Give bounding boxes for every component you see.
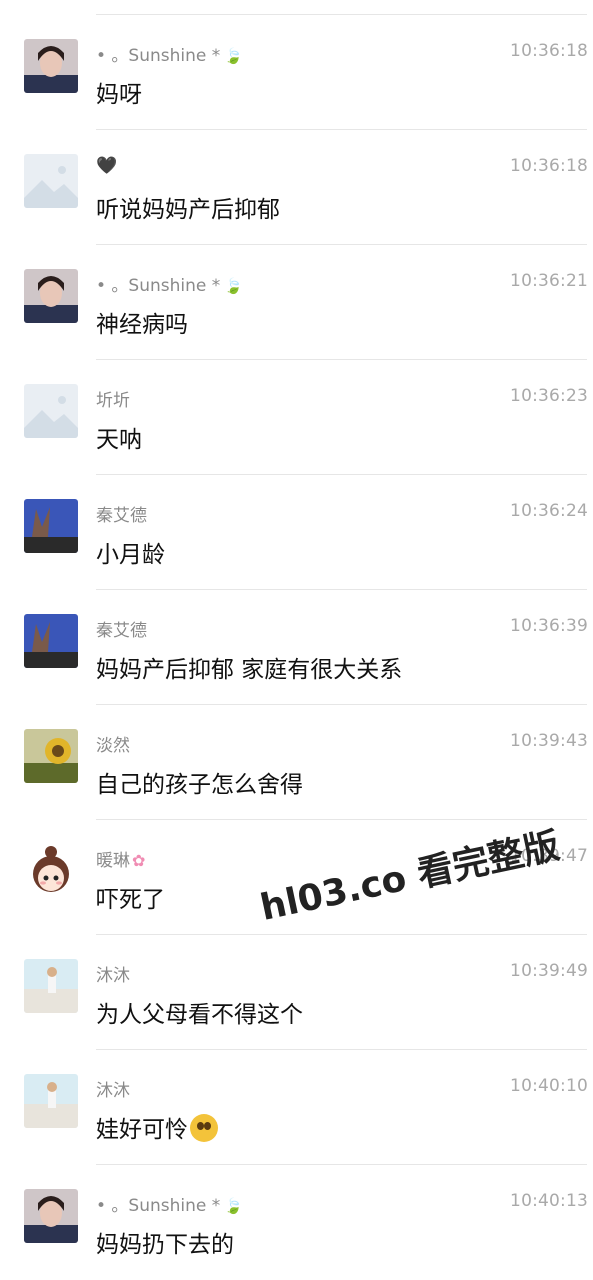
avatar[interactable]	[24, 384, 78, 438]
avatar[interactable]	[24, 844, 78, 898]
timestamp: 10:40:10	[510, 1076, 588, 1096]
sender-name: 暖琳 ✿	[96, 851, 146, 871]
chat-message[interactable]: • 。Sunshine * 🍃 10:36:21 神经病吗	[0, 245, 593, 360]
avatar[interactable]	[24, 959, 78, 1013]
message-text[interactable]: 吓死了	[96, 880, 165, 914]
chat-message[interactable]: • 。Sunshine * 🍃 10:36:18 妈呀	[0, 15, 593, 130]
leaf-icon: 🍃	[224, 277, 243, 295]
chat-message[interactable]: 秦艾德 10:36:39 妈妈产后抑郁 家庭有很大关系	[0, 590, 593, 705]
timestamp: 10:36:23	[510, 386, 588, 406]
message-text[interactable]: 妈妈扔下去的	[96, 1225, 234, 1259]
leaf-icon: 🍃	[224, 1197, 243, 1215]
message-text[interactable]: 神经病吗	[96, 305, 188, 339]
timestamp: 10:39:49	[510, 961, 588, 981]
chat-message[interactable]: 沐沐 10:39:49 为人父母看不得这个	[0, 935, 593, 1050]
avatar[interactable]	[24, 499, 78, 553]
sender-name: • 。Sunshine * 🍃	[96, 1196, 243, 1216]
sender-name: • 。Sunshine * 🍃	[96, 276, 243, 296]
chat-message[interactable]: • 。Sunshine * 🍃 10:40:13 妈妈扔下去的	[0, 1165, 593, 1280]
avatar[interactable]	[24, 269, 78, 323]
sender-name: 圻圻	[96, 391, 130, 411]
message-text[interactable]: 娃好可怜	[96, 1110, 218, 1144]
avatar[interactable]	[24, 154, 78, 208]
sender-name: 秦艾德	[96, 506, 147, 526]
sender-name: 淡然	[96, 736, 130, 756]
timestamp: 10:36:24	[510, 501, 588, 521]
chat-message[interactable]: 🖤 10:36:18 听说妈妈产后抑郁	[0, 130, 593, 245]
avatar[interactable]	[24, 614, 78, 668]
timestamp: 10:36:18	[510, 41, 588, 61]
chat-message[interactable]: 淡然 10:39:43 自己的孩子怎么舍得	[0, 705, 593, 820]
sender-name: 沐沐	[96, 966, 130, 986]
timestamp: 10:36:21	[510, 271, 588, 291]
avatar[interactable]	[24, 729, 78, 783]
chat-message[interactable]: 沐沐 10:40:10 娃好可怜	[0, 1050, 593, 1165]
message-text[interactable]: 听说妈妈产后抑郁	[96, 190, 280, 224]
sender-name: 🖤	[96, 156, 118, 176]
pleading-face-icon	[190, 1114, 218, 1142]
timestamp: 10:39:43	[510, 731, 588, 751]
message-text[interactable]: 为人父母看不得这个	[96, 995, 303, 1029]
chat-message[interactable]: 秦艾德 10:36:24 小月龄	[0, 475, 593, 590]
timestamp: 10:36:39	[510, 616, 588, 636]
flower-icon: ✿	[132, 851, 146, 870]
avatar[interactable]	[24, 1074, 78, 1128]
message-text[interactable]: 妈妈产后抑郁 家庭有很大关系	[96, 650, 402, 684]
sender-name: 秦艾德	[96, 621, 147, 641]
message-text[interactable]: 自己的孩子怎么舍得	[96, 765, 303, 799]
message-text[interactable]: 妈呀	[96, 75, 142, 109]
message-text[interactable]: 天呐	[96, 420, 142, 454]
timestamp: 10:36:18	[510, 156, 588, 176]
message-text[interactable]: 小月龄	[96, 535, 165, 569]
avatar[interactable]	[24, 39, 78, 93]
timestamp: 10:40:13	[510, 1191, 588, 1211]
avatar[interactable]	[24, 1189, 78, 1243]
sender-name: • 。Sunshine * 🍃	[96, 46, 243, 66]
chat-message[interactable]: 圻圻 10:36:23 天呐	[0, 360, 593, 475]
sender-name: 沐沐	[96, 1081, 130, 1101]
leaf-icon: 🍃	[224, 47, 243, 65]
